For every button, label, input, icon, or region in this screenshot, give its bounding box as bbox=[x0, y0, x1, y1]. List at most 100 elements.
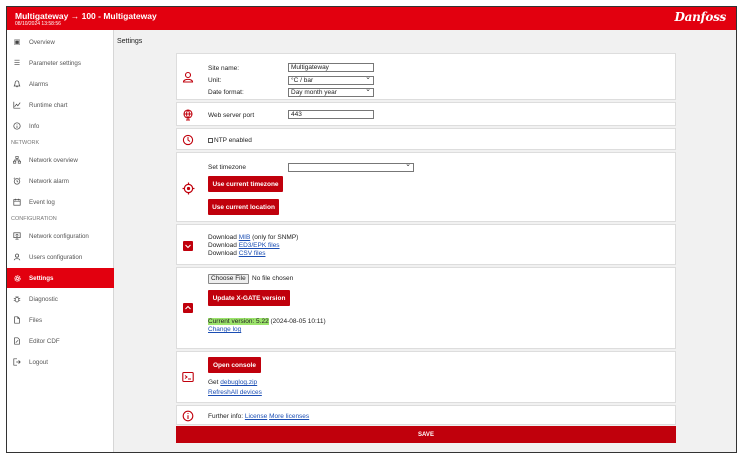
debuglog-row: Get debuglog.zip bbox=[208, 379, 257, 386]
sidebar-item-label: Alarms bbox=[29, 80, 49, 88]
edit-icon bbox=[12, 336, 22, 346]
calendar-icon bbox=[12, 197, 22, 207]
get-label: Get bbox=[208, 379, 219, 386]
timezone-label: Set timezone bbox=[208, 164, 246, 171]
date-format-select[interactable]: Day month year bbox=[288, 88, 374, 97]
header-date: 08/10/2024 13:58:56 bbox=[15, 21, 61, 27]
no-file-label: No file chosen bbox=[252, 275, 294, 282]
sidebar-item-settings[interactable]: Settings bbox=[7, 268, 114, 288]
sidebar-item-label: Runtime chart bbox=[29, 101, 68, 109]
globe-icon bbox=[181, 108, 195, 122]
timezone-card: Set timezone Use current timezone Use cu… bbox=[176, 152, 676, 222]
refresh-all-devices-link[interactable]: RefreshAll devices bbox=[208, 389, 262, 396]
web-port-input[interactable]: 443 bbox=[288, 110, 374, 119]
download-csv-row: Download CSV files bbox=[208, 250, 265, 257]
sidebar-item-label: Logout bbox=[29, 358, 48, 366]
download-box-icon bbox=[181, 239, 195, 253]
sidebar-item-label: Overview bbox=[29, 38, 55, 46]
ed3-epk-link[interactable]: ED3/EPK files bbox=[239, 242, 280, 249]
update-card: Choose File No file chosen Update X-GATE… bbox=[176, 267, 676, 349]
bell-icon bbox=[12, 79, 22, 89]
sidebar-item-network-alarm[interactable]: Network alarm bbox=[7, 171, 114, 191]
unit-label: Unit: bbox=[208, 77, 222, 84]
sidebar-item-label: Event log bbox=[29, 198, 55, 206]
sidebar-item-label: Info bbox=[29, 122, 40, 130]
sidebar-item-network-configuration[interactable]: Network configuration bbox=[7, 226, 114, 246]
sidebar-item-info[interactable]: Info bbox=[7, 116, 114, 136]
sidebar-item-files[interactable]: Files bbox=[7, 310, 114, 330]
web-server-card: Web server port 443 bbox=[176, 102, 676, 126]
sidebar-item-label: Network overview bbox=[29, 156, 78, 164]
section-label-configuration: CONFIGURATION bbox=[11, 216, 57, 222]
ntp-card: NTP enabled bbox=[176, 128, 676, 150]
ntp-checkbox[interactable] bbox=[208, 137, 213, 143]
mib-note: (only for SNMP) bbox=[252, 234, 299, 241]
update-xgate-button[interactable]: Update X-GATE version bbox=[208, 290, 290, 306]
app-window: Multigateway → 100 - Multigateway 08/10/… bbox=[6, 6, 737, 453]
date-format-label: Date format: bbox=[208, 89, 244, 96]
mib-link[interactable]: MIB bbox=[239, 234, 251, 241]
file-icon bbox=[12, 315, 22, 325]
sidebar-item-diagnostic[interactable]: Diagnostic bbox=[7, 289, 114, 309]
alarm-clock-icon bbox=[12, 176, 22, 186]
ntp-label: NTP enabled bbox=[214, 137, 252, 144]
sidebar-item-label: Parameter settings bbox=[29, 59, 81, 67]
use-current-timezone-button[interactable]: Use current timezone bbox=[208, 176, 283, 192]
sidebar-item-label: Diagnostic bbox=[29, 295, 58, 303]
further-info-row: Further info: License More licenses bbox=[208, 413, 309, 420]
use-current-location-button[interactable]: Use current location bbox=[208, 199, 279, 215]
sidebar-item-overview[interactable]: ▣ Overview bbox=[7, 32, 114, 52]
csv-link[interactable]: CSV files bbox=[239, 250, 266, 257]
web-port-label: Web server port bbox=[208, 112, 255, 119]
sidebar-item-label: Settings bbox=[29, 274, 54, 282]
download-prefix: Download bbox=[208, 250, 237, 257]
site-name-input[interactable]: Multigateway bbox=[288, 63, 374, 72]
save-button[interactable]: SAVE bbox=[176, 426, 676, 443]
license-link[interactable]: License bbox=[245, 413, 267, 420]
sidebar-item-editor-cdf[interactable]: Editor CDF bbox=[7, 331, 114, 351]
site-settings-card: Site name: Multigateway Unit: °C / bar D… bbox=[176, 53, 676, 100]
sidebar-item-runtime-chart[interactable]: Runtime chart bbox=[7, 95, 114, 115]
info-icon bbox=[181, 409, 195, 423]
sidebar-item-label: Network alarm bbox=[29, 177, 69, 185]
further-info-prefix: Further info: bbox=[208, 413, 244, 420]
version-date: (2024-08-05 10:11) bbox=[270, 318, 326, 325]
sidebar: ▣ Overview ☰ Parameter settings Alarms R… bbox=[7, 30, 114, 452]
site-name-label: Site name: bbox=[208, 65, 240, 72]
choose-file-button[interactable]: Choose File bbox=[208, 274, 249, 284]
sidebar-item-label: Files bbox=[29, 316, 43, 324]
debuglog-link[interactable]: debuglog.zip bbox=[220, 379, 257, 386]
open-console-button[interactable]: Open console bbox=[208, 357, 261, 373]
timezone-select[interactable] bbox=[288, 163, 414, 172]
sidebar-item-parameter-settings[interactable]: ☰ Parameter settings bbox=[7, 53, 114, 73]
sidebar-item-alarms[interactable]: Alarms bbox=[7, 74, 114, 94]
current-version: Current version: 5.22 bbox=[208, 318, 269, 325]
overview-icon: ▣ bbox=[13, 39, 21, 46]
upload-box-icon bbox=[181, 301, 195, 315]
sidebar-item-label: Network configuration bbox=[29, 232, 89, 240]
info-icon bbox=[12, 121, 22, 131]
download-prefix: Download bbox=[208, 242, 237, 249]
change-log-link[interactable]: Change log bbox=[208, 326, 241, 333]
sidebar-item-network-overview[interactable]: Network overview bbox=[7, 150, 114, 170]
clock-icon bbox=[181, 133, 195, 147]
sidebar-item-logout[interactable]: Logout bbox=[7, 352, 114, 372]
page-title: Settings bbox=[117, 38, 143, 45]
app-header: Multigateway → 100 - Multigateway 08/10/… bbox=[7, 7, 736, 30]
more-licenses-link[interactable]: More licenses bbox=[269, 413, 309, 420]
list-icon: ☰ bbox=[13, 60, 21, 67]
network-icon bbox=[12, 155, 22, 165]
bug-icon bbox=[12, 294, 22, 304]
network-config-icon bbox=[12, 231, 22, 241]
sidebar-item-users-configuration[interactable]: Users configuration bbox=[7, 247, 114, 267]
app-title: Multigateway → 100 - Multigateway bbox=[15, 11, 157, 21]
downloads-card: Download MIB (only for SNMP) Download ED… bbox=[176, 224, 676, 265]
sidebar-item-event-log[interactable]: Event log bbox=[7, 192, 114, 212]
gear-icon bbox=[12, 273, 22, 283]
console-card: Open console Get debuglog.zip RefreshAll… bbox=[176, 351, 676, 403]
download-mib-row: Download MIB (only for SNMP) bbox=[208, 234, 298, 241]
unit-select[interactable]: °C / bar bbox=[288, 76, 374, 85]
location-target-icon bbox=[181, 181, 195, 195]
chart-icon bbox=[12, 100, 22, 110]
ntp-checkbox-row[interactable]: NTP enabled bbox=[208, 137, 252, 144]
